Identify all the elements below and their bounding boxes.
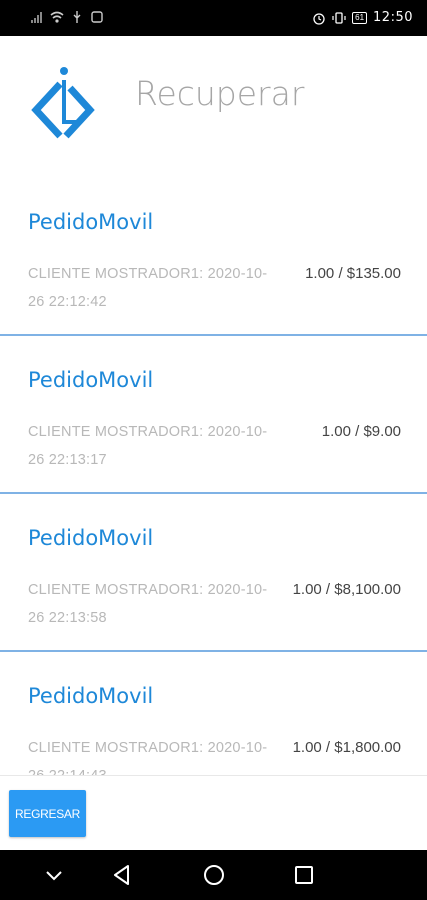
signal-icon	[31, 12, 42, 23]
alarm-icon	[313, 12, 325, 25]
order-amount: 1.00 / $8,100.00	[292, 581, 401, 598]
usb-icon	[73, 11, 81, 23]
notification-icon	[91, 11, 103, 23]
order-item[interactable]: PedidoMovil CLIENTE MOSTRADOR1: 2020-10-…	[0, 652, 427, 775]
order-title: PedidoMovil	[28, 210, 154, 234]
bottom-action-bar: REGRESAR	[0, 775, 427, 851]
status-right-icons: 61 12:50	[312, 10, 413, 25]
order-client: CLIENTE MOSTRADOR1: 2020-10-26 22:14:43	[28, 740, 268, 775]
order-item[interactable]: PedidoMovil CLIENTE MOSTRADOR1: 2020-10-…	[0, 178, 427, 336]
order-item[interactable]: PedidoMovil CLIENTE MOSTRADOR1: 2020-10-…	[0, 336, 427, 494]
system-nav-bar	[0, 850, 427, 900]
recents-square-icon[interactable]	[291, 862, 317, 888]
order-item[interactable]: PedidoMovil CLIENTE MOSTRADOR1: 2020-10-…	[0, 494, 427, 652]
home-circle-icon[interactable]	[201, 862, 227, 888]
order-title: PedidoMovil	[28, 368, 154, 392]
app-logo-icon	[31, 67, 95, 139]
header: Recuperar	[0, 36, 427, 160]
battery-icon: 61	[352, 11, 368, 24]
order-client: CLIENTE MOSTRADOR1: 2020-10-26 22:13:58	[28, 582, 268, 626]
order-amount: 1.00 / $135.00	[305, 265, 401, 282]
chevron-down-icon[interactable]	[41, 862, 67, 888]
status-left-icons	[30, 10, 104, 24]
order-amount: 1.00 / $9.00	[321, 423, 401, 440]
vibrate-icon	[332, 11, 346, 24]
order-client: CLIENTE MOSTRADOR1: 2020-10-26 22:13:17	[28, 424, 268, 468]
back-triangle-icon[interactable]	[109, 862, 135, 888]
order-list[interactable]: PedidoMovil CLIENTE MOSTRADOR1: 2020-10-…	[0, 178, 427, 775]
page-title: Recuperar	[135, 74, 305, 113]
order-title: PedidoMovil	[28, 526, 154, 550]
order-amount: 1.00 / $1,800.00	[292, 739, 401, 756]
status-clock: 12:50	[373, 10, 413, 25]
back-button[interactable]: REGRESAR	[9, 790, 86, 837]
order-title: PedidoMovil	[28, 684, 154, 708]
wifi-icon	[50, 11, 64, 23]
status-bar: 61 12:50	[0, 0, 427, 36]
order-client: CLIENTE MOSTRADOR1: 2020-10-26 22:12:42	[28, 266, 268, 310]
